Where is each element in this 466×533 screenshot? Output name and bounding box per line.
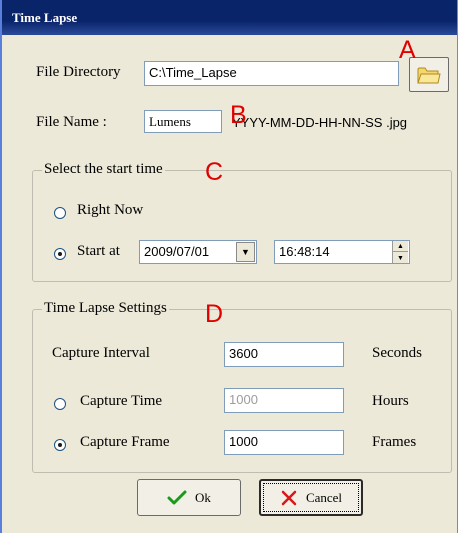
start-time-group-title: Select the start time: [42, 161, 165, 178]
chevron-down-icon: ▼: [241, 247, 250, 257]
capture-frame-radio[interactable]: [54, 439, 66, 451]
right-now-radio[interactable]: [54, 207, 66, 219]
annotation-marker-b: B: [230, 101, 247, 129]
file-name-suffix: YYYY-MM-DD-HH-NN-SS .jpg: [232, 115, 408, 130]
start-at-label: Start at: [77, 243, 120, 259]
annotation-marker-c: C: [205, 158, 224, 186]
start-date-value: 2009/07/01: [144, 244, 210, 259]
checkmark-icon: [167, 490, 187, 504]
cancel-button[interactable]: Cancel: [259, 479, 363, 516]
capture-frame-label: Capture Frame: [80, 434, 170, 450]
file-name-input[interactable]: Lumens: [144, 110, 222, 133]
close-icon: [281, 490, 297, 505]
start-date-dropdown-button[interactable]: ▼: [236, 242, 255, 262]
capture-interval-label: Capture Interval: [52, 345, 150, 361]
capture-time-unit: Hours: [372, 393, 409, 409]
capture-interval-input[interactable]: 3600: [224, 342, 344, 367]
cancel-button-label: Cancel: [305, 489, 343, 505]
capture-time-radio[interactable]: [54, 398, 66, 410]
ok-button[interactable]: Ok: [137, 479, 241, 516]
folder-icon: [417, 67, 441, 83]
file-directory-input[interactable]: C:\Time_Lapse: [144, 61, 399, 86]
time-lapse-settings-group-title: Time Lapse Settings: [42, 300, 169, 317]
start-time-input[interactable]: 16:48:14: [274, 240, 410, 264]
capture-time-label: Capture Time: [80, 393, 163, 409]
capture-interval-unit: Seconds: [372, 345, 422, 361]
annotation-marker-d: D: [205, 300, 224, 328]
file-directory-label: File Directory: [36, 64, 121, 80]
start-time-group: [32, 170, 452, 282]
capture-frame-input[interactable]: 1000: [224, 430, 344, 455]
spin-down-icon[interactable]: ▼: [393, 252, 408, 263]
ok-button-label: Ok: [195, 489, 211, 505]
start-time-value: 16:48:14: [279, 244, 330, 259]
spin-up-icon[interactable]: ▲: [393, 241, 408, 252]
capture-time-input[interactable]: 1000: [224, 388, 344, 413]
start-at-radio[interactable]: [54, 248, 66, 260]
right-now-label: Right Now: [77, 202, 144, 218]
capture-frame-unit: Frames: [372, 434, 417, 450]
window-title: Time Lapse: [2, 0, 457, 35]
time-lapse-dialog: Time Lapse File Directory C:\Time_Lapse …: [0, 0, 458, 533]
annotation-marker-a: A: [399, 36, 416, 64]
file-name-label: File Name :: [36, 114, 107, 130]
start-time-spinner[interactable]: ▲ ▼: [392, 241, 408, 263]
